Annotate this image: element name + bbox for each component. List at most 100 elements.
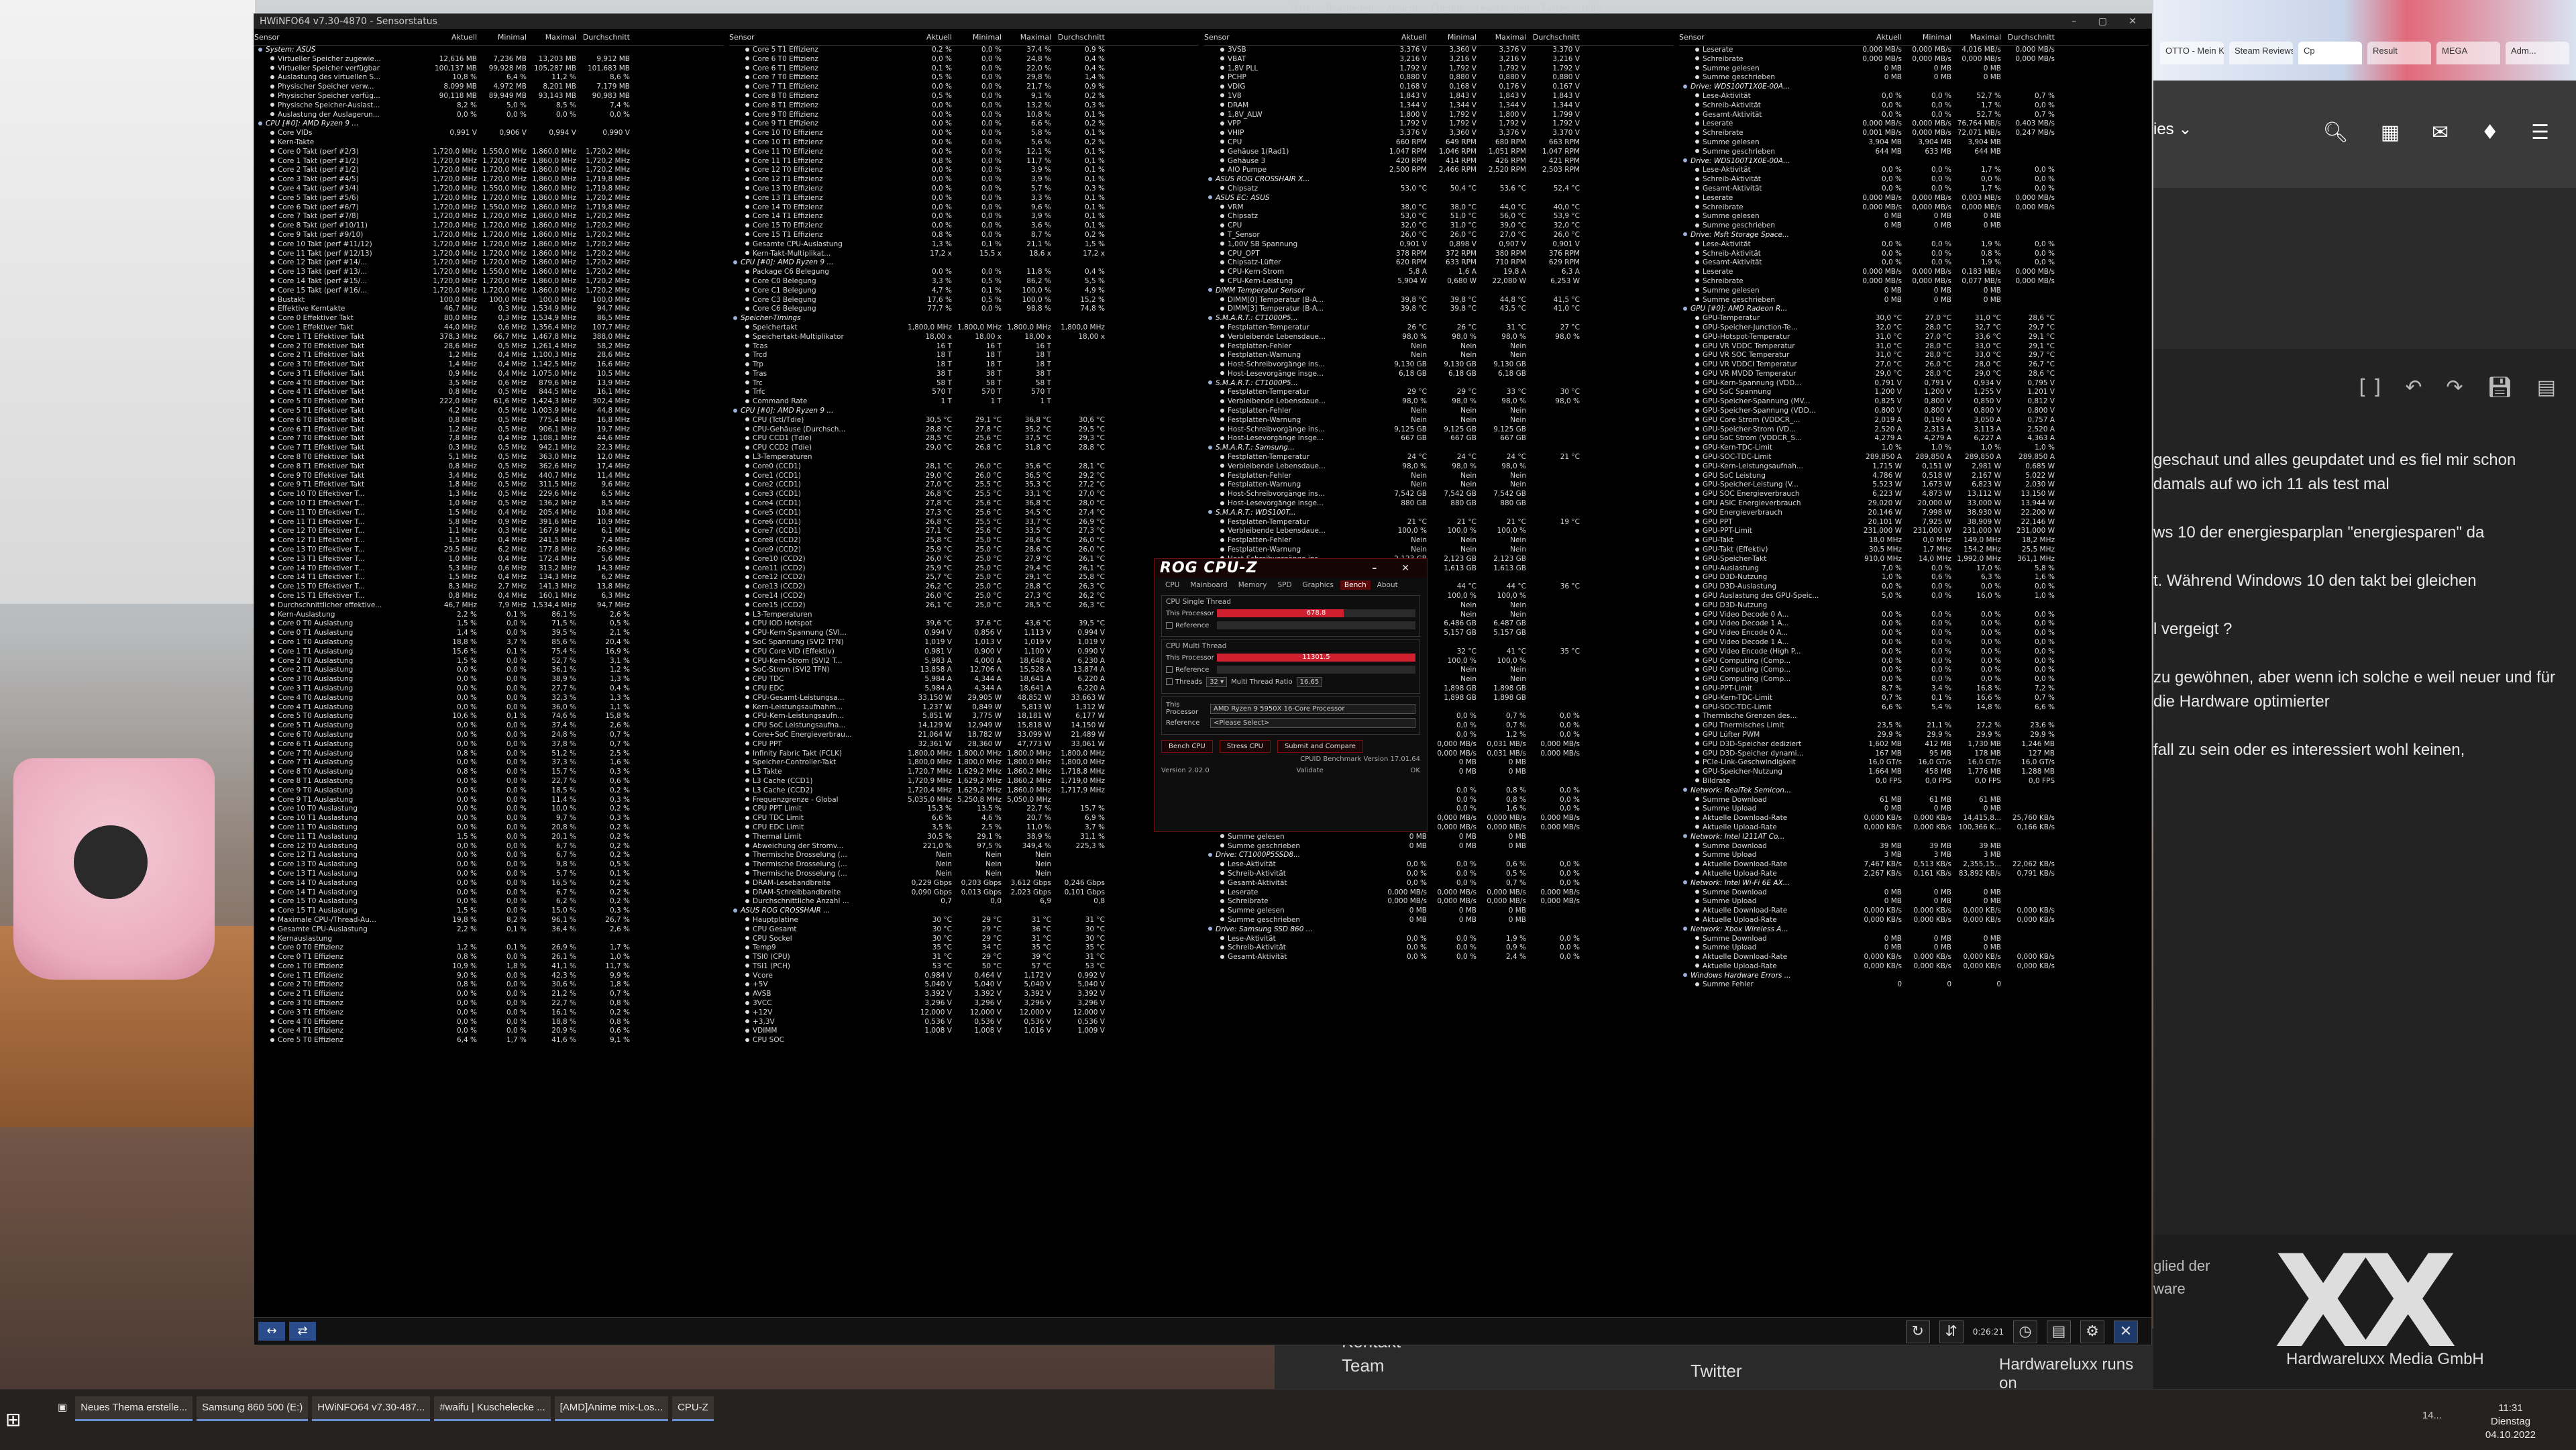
sensor-row[interactable]: GPU-Speicher-Strom (VD... 2,520 A 2,313 A3…	[1679, 425, 2149, 435]
sensor-row[interactable]: Schreibrate 0,001 MB/s 0,000 MB/s 72,071 MB…	[1679, 129, 2149, 138]
sensor-row[interactable]: Core 11 T0 Effizienz 0,0 % 0,0 % 12,1 % 0,1 …	[729, 148, 1199, 157]
sensor-row[interactable]: Package C6 Belegung 0,0 % 0,0 % 11,8 % 0,4 %	[729, 268, 1199, 277]
sensor-row[interactable]: Verbleibende Lebensdaue... 98,0 % 98,0 % 98…	[1204, 333, 1674, 342]
sensor-row[interactable]: Core 13 T0 Auslastung 0,0 % 0,0 % 9,8 % 0,5 …	[254, 860, 724, 870]
sensor-row[interactable]: SoC Spannung (SVI2 TFN) 1,019 V 1,013 V 1,0…	[729, 638, 1199, 648]
sensor-row[interactable]: Speichertakt 1,800,0 MHz 1,800,0 MHz 1,800,…	[729, 323, 1199, 333]
sensor-row[interactable]: AIO Pumpe 2,500 RPM 2,466 RPM 2,520 RPM 2,50…	[1204, 166, 1674, 175]
sensor-row[interactable]: SoC-Strom (SVI2 TFN) 13,858 A 12,706 A 15,5…	[729, 666, 1199, 675]
sensor-row[interactable]: Festplatten-FehlerNeinNeinNein	[1204, 536, 1674, 546]
sensor-row[interactable]: Core 1 T1 Effizienz 9,0 % 0,0 % 42,3 % 9,9 %	[254, 972, 724, 981]
column-header-cell[interactable]: Maximal	[1477, 33, 1526, 45]
sensor-row[interactable]: Auslastung der Auslagerun... 0,0 % 0,0 % 0,…	[254, 111, 724, 120]
column-header-cell[interactable]: Minimal	[1427, 33, 1477, 45]
sensor-row[interactable]: GPU Video Decode 1 A... 0,0 % 0,0 % 0,0 % 0,…	[1679, 638, 2149, 648]
sensor-row[interactable]: Core 14 Takt (perf #15/... 1,720,0 MHz 1,7…	[254, 277, 724, 287]
sensor-row[interactable]: CPU 32,0 °C 31,0 °C 39,0 °C 32,0 °C	[1204, 221, 1674, 231]
sensor-row[interactable]: Core 11 T0 Auslastung 0,0 % 0,0 % 20,8 % 0,2…	[254, 823, 724, 833]
sensor-row[interactable]: Core 0 T1 Effizienz 0,8 % 0,0 % 26,1 % 1,0 %	[254, 953, 724, 962]
sensor-row[interactable]: GPU SOC Energieverbrauch 6,223 W 4,873 W 13…	[1679, 490, 2149, 499]
sensor-row[interactable]: GPU SoC Leistung 4,786 W 0,518 W 2,167 W 5,0…	[1679, 472, 2149, 481]
column-header-cell[interactable]: Aktuell	[1377, 33, 1427, 45]
sensor-row[interactable]: CPU Sockel 30 °C 29 °C 31 °C 30 °C	[729, 935, 1199, 944]
sensor-row[interactable]: Virtueller Speicher verfügbar 100,137 MB 9…	[254, 64, 724, 74]
sensor-row[interactable]: Core 10 T0 Effektiver T... 1,3 MHz 0,5 MHz…	[254, 490, 724, 499]
sensor-row[interactable]: Core 11 Takt (perf #12/13) 1,720,0 MHz 1,7…	[254, 250, 724, 259]
bench-cpu-button[interactable]: Bench CPU	[1161, 740, 1213, 753]
sensor-row[interactable]: Core 6 T0 Effektiver Takt 0,8 MHz 0,5 MHz 7…	[254, 416, 724, 425]
sensor-row[interactable]: Core12 (CCD2) 25,7 °C 25,0 °C 29,1 °C 25,8 °…	[729, 573, 1199, 582]
sensor-row[interactable]: Core 2 T0 Effektiver Takt 28,6 MHz 0,5 MHz…	[254, 342, 724, 352]
column-header-cell[interactable]: Minimal	[477, 33, 527, 45]
sensor-row[interactable]: GPU Energieverbrauch 20,146 W 7,998 W 38,93…	[1679, 509, 2149, 518]
clock-icon[interactable]: ◷	[2013, 1320, 2037, 1343]
sensor-row[interactable]: Leserate0,000 MB/s0,000 MB/s0,000 MB/s0,…	[1204, 888, 1674, 898]
menu-item[interactable]: Lesezeichen	[1476, 4, 1529, 14]
browser-tab[interactable]: Adm...	[2506, 42, 2569, 64]
sensor-row[interactable]: 1V8 1,843 V 1,843 V 1,843 V 1,843 V	[1204, 92, 1674, 101]
sensor-row[interactable]: Gesamt-Aktivität 0,0 % 0,0 % 52,7 % 0,7 %	[1679, 111, 2149, 120]
sensor-group[interactable]: Windows Hardware Errors ...	[1679, 972, 2149, 981]
sensor-row[interactable]: Thermische Drosselung (... Nein Nein Nein	[729, 851, 1199, 860]
sensor-row[interactable]: Core 5 T1 Auslastung 0,0 % 0,0 % 37,4 % 2,6 …	[254, 721, 724, 731]
taskbar-item[interactable]: Neues Thema erstelle...	[75, 1396, 193, 1421]
sensor-row[interactable]: Schreib-Aktivität 0,0 % 0,0 % 1,7 % 0,0 %	[1679, 101, 2149, 111]
sensor-row[interactable]: Core 13 Takt (perf #13/... 1,720,0 MHz 1,5…	[254, 268, 724, 277]
sensor-row[interactable]: Core 15 T1 Auslastung 1,5 % 0,0 % 15,0 % 0,3…	[254, 907, 724, 916]
sensor-row[interactable]: GPU-Kern-Spannung (VDD... 0,791 V 0,791 V0…	[1679, 379, 2149, 389]
sensor-row[interactable]: Summe geschrieben0 MB0 MB0 MB	[1204, 916, 1674, 925]
sensor-row[interactable]: Host-Schreibvorgänge ins... 7,542 GB 7,542…	[1204, 490, 1674, 499]
sensor-row[interactable]: Core 12 T0 Effektiver T... 1,1 MHz 0,3 MHz…	[254, 527, 724, 536]
sensor-row[interactable]: Schreibrate0,000 MB/s0,000 MB/s0,000 MB/…	[1679, 55, 2149, 64]
column-header-cell[interactable]: Sensor	[1679, 33, 1852, 45]
sensor-row[interactable]: CPU 660 RPM 649 RPM 680 RPM 663 RPM	[1204, 138, 1674, 148]
sensor-row[interactable]: Core 7 T0 Effizienz 0,5 % 0,0 % 29,8 % 1,4 %	[729, 73, 1199, 83]
sensor-row[interactable]: Core 13 T1 Auslastung 0,0 % 0,0 % 5,7 % 0,1 …	[254, 870, 724, 879]
column-header-cell[interactable]: Maximal	[527, 33, 576, 45]
sensor-row[interactable]: CPU PPT Limit 15,3 % 13,5 % 22,7 % 15,7 %	[729, 805, 1199, 814]
sensor-row[interactable]: Core 2 T0 Auslastung 1,5 % 0,0 % 52,7 % 3,1 …	[254, 657, 724, 666]
sensor-group[interactable]: Drive: CT1000P5SSD8...	[1204, 851, 1674, 860]
sensor-row[interactable]: Core14 (CCD2) 26,0 °C 25,0 °C 27,3 °C 26,2 °…	[729, 592, 1199, 601]
network-icon[interactable]: ↻	[1905, 1320, 1930, 1343]
sensor-row[interactable]: Core 8 T0 Effektiver Takt 5,1 MHz 0,5 MHz 3…	[254, 453, 724, 462]
sensor-row[interactable]: Core 9 T1 Auslastung 0,0 % 0,0 % 11,4 % 0,3 …	[254, 796, 724, 805]
menu-item[interactable]: Bearbeiten	[1326, 4, 1374, 14]
sensor-row[interactable]: GPU-Speicher-Spannung (MV... 0,825 V 0,800…	[1679, 397, 2149, 407]
sensor-row[interactable]: Core6 (CCD1) 26,8 °C 25,5 °C 33,7 °C 26,9 °C	[729, 518, 1199, 527]
validate-button[interactable]: Validate	[1297, 767, 1324, 774]
sensor-row[interactable]: Core 9 T1 Effizienz 0,0 % 0,0 % 6,6 % 0,2 %	[729, 119, 1199, 129]
sensor-row[interactable]: Festplatten-FehlerNeinNeinNein	[1204, 407, 1674, 416]
preview-icon[interactable]: ▤	[2537, 376, 2556, 399]
sensor-row[interactable]: Summe Upload 0 MB 0 MB 0 MB	[1679, 805, 2149, 814]
threads-select[interactable]: 32 ▾	[1206, 677, 1228, 687]
sensor-row[interactable]: CPU PPT 32,361 W 28,360 W 47,773 W 33,061 W	[729, 740, 1199, 749]
sensor-row[interactable]: Kernauslastung	[254, 935, 724, 944]
sensor-group[interactable]: CPU [#0]: AMD Ryzen 9 ...	[729, 407, 1199, 416]
sensor-row[interactable]: CPU CCD1 (Tdie) 28,5 °C 25,6 °C 37,5 °C 29,3…	[729, 434, 1199, 444]
sensor-row[interactable]: Core 3 T0 Effizienz 0,0 % 0,0 % 22,7 % 0,8 %	[254, 999, 724, 1008]
sensor-row[interactable]: CPU TDC 5,984 A 4,344 A 18,641 A 6,220 A	[729, 675, 1199, 684]
sensor-row[interactable]: Core 7 T1 Effektiver Takt 0,3 MHz 0,5 MHz 9…	[254, 444, 724, 453]
sensor-row[interactable]: GPU-PPT-Limit 8,7 % 3,4 % 16,8 % 7,2 %	[1679, 684, 2149, 694]
browser-tab[interactable]: MEGA	[2436, 42, 2500, 64]
sensor-row[interactable]: Core C1 Belegung 4,7 % 0,1 % 100,0 % 4,9 %	[729, 287, 1199, 296]
sensor-row[interactable]: Trp 18 T 18 T 18 T	[729, 360, 1199, 370]
taskbar-clock[interactable]: 11:31 Dienstag 04.10.2022	[2485, 1402, 2536, 1442]
sensor-row[interactable]: 1,8V_ALW 1,800 V 1,792 V 1,800 V 1,799 V	[1204, 111, 1674, 120]
taskbar-item[interactable]: [AMD]Anime mix-Los...	[554, 1396, 668, 1421]
sensor-group[interactable]: ASUS EC: ASUS	[1204, 194, 1674, 203]
windows-start-icon[interactable]: ⊞	[5, 1408, 21, 1431]
sensor-row[interactable]: DIMM[3] Temperatur (B-A... 39,8 °C 39,8 °C…	[1204, 305, 1674, 314]
sensor-row[interactable]: Core 15 T0 Auslastung 0,0 % 0,0 % 6,2 % 0,2 …	[254, 897, 724, 907]
sensor-row[interactable]: Leserate 0,000 MB/s 0,000 MB/s 76,764 MB/s 0…	[1679, 119, 2149, 129]
sensor-row[interactable]: GPU Lüfter PWM 29,9 % 29,9 % 29,9 % 29,9 %	[1679, 731, 2149, 740]
sensor-row[interactable]: Core 2 T1 Effektiver Takt 1,2 MHz 0,4 MHz 1…	[254, 351, 724, 360]
sensor-row[interactable]: T_Sensor 26,0 °C 26,0 °C 27,0 °C 26,0 °C	[1204, 231, 1674, 240]
sensor-row[interactable]: CPU-Kern-Leistung 5,904 W 0,680 W 22,080 W6…	[1204, 277, 1674, 287]
sensor-row[interactable]: Chipsatz 53,0 °C 51,0 °C 56,0 °C 53,9 °C	[1204, 212, 1674, 221]
sensor-row[interactable]: Core 6 T1 Effektiver Takt 1,2 MHz 0,5 MHz 9…	[254, 425, 724, 435]
menu-item[interactable]: Chronik	[1431, 4, 1464, 14]
sensor-row[interactable]: DRAM-Schreibbandbreite 0,090 Gbps 0,013 Gb…	[729, 888, 1199, 898]
sensor-row[interactable]: GPU Video Encode 0 A... 0,0 % 0,0 % 0,0 % 0,…	[1679, 629, 2149, 638]
